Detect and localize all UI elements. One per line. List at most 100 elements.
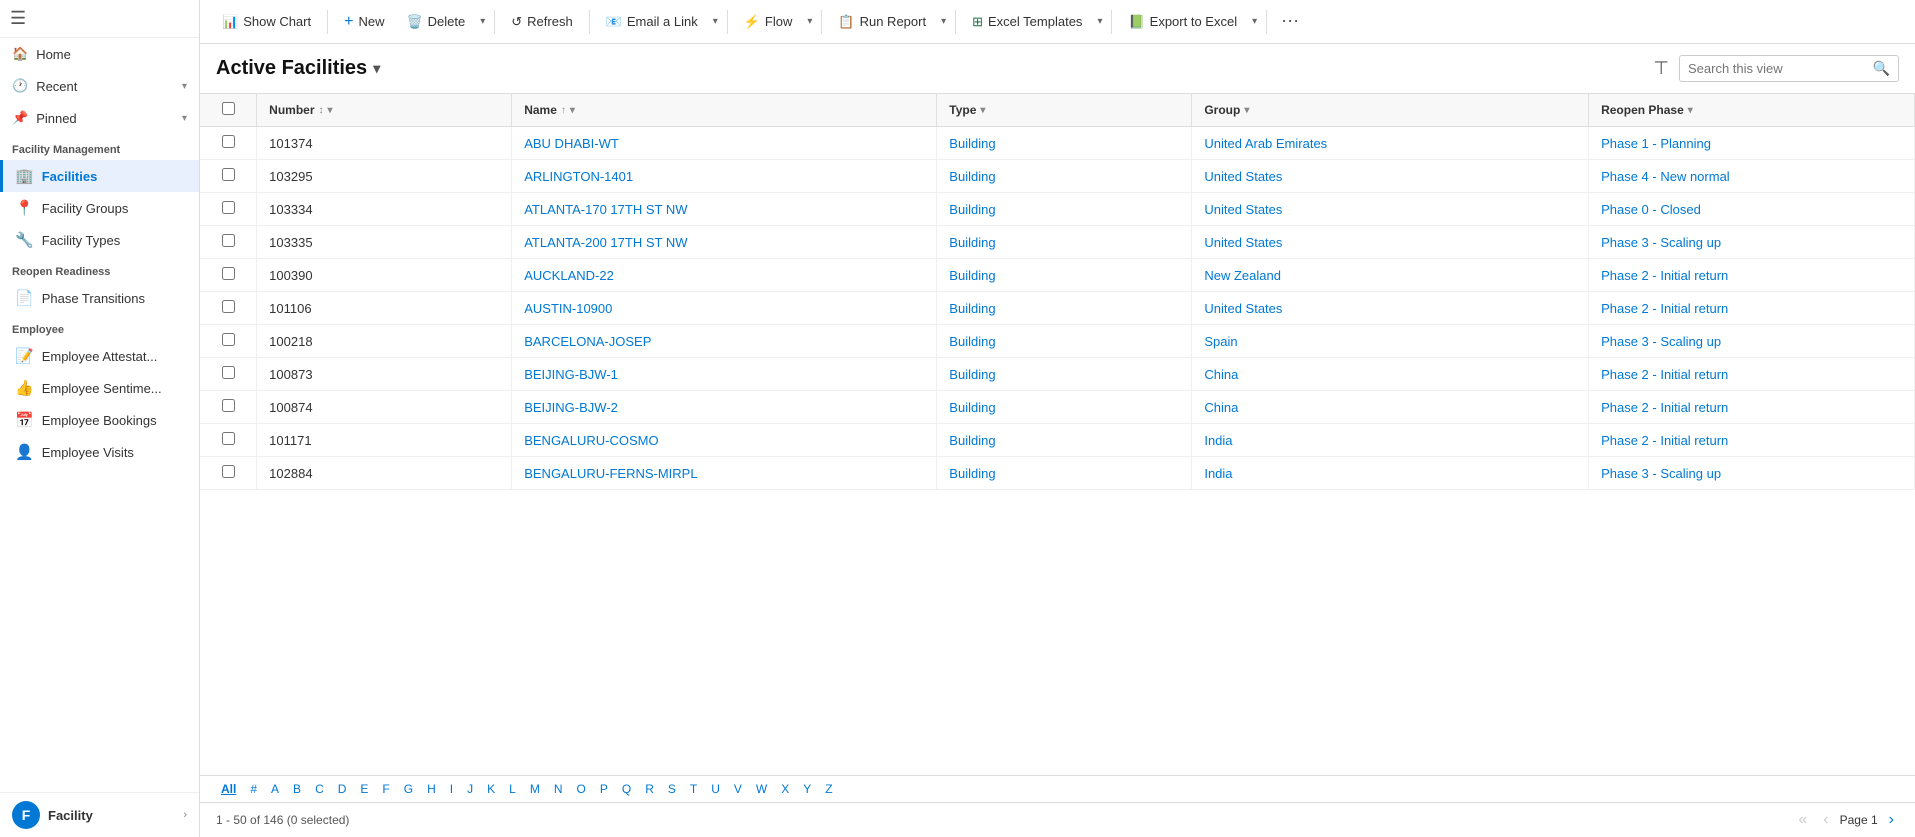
type-filter-icon[interactable]: ▾ [980, 105, 985, 116]
next-page-button[interactable]: › [1884, 809, 1899, 831]
alpha-filter-btn[interactable]: # [245, 780, 262, 798]
facility-group-link[interactable]: United States [1204, 235, 1282, 250]
flow-dropdown-icon[interactable]: ▾ [804, 11, 815, 32]
alpha-filter-btn[interactable]: P [595, 780, 613, 798]
cell-name[interactable]: BENGALURU-COSMO [512, 424, 937, 457]
alpha-filter-btn[interactable]: Z [820, 780, 837, 798]
alpha-filter-btn[interactable]: F [377, 780, 394, 798]
cell-type[interactable]: Building [937, 325, 1192, 358]
facility-name-link[interactable]: ATLANTA-200 17TH ST NW [524, 235, 687, 250]
facility-type-link[interactable]: Building [949, 136, 995, 151]
sidebar-item-employee-sentime[interactable]: 👍 Employee Sentime... [0, 372, 199, 404]
alpha-filter-btn[interactable]: B [288, 780, 306, 798]
reopen-phase-link[interactable]: Phase 2 - Initial return [1601, 268, 1728, 283]
facility-type-link[interactable]: Building [949, 169, 995, 184]
facility-name-link[interactable]: BEIJING-BJW-2 [524, 400, 618, 415]
show-chart-button[interactable]: 📊 Show Chart [212, 9, 321, 35]
alpha-filter-btn[interactable]: J [462, 780, 478, 798]
facility-name-link[interactable]: BENGALURU-FERNS-MIRPL [524, 466, 697, 481]
alpha-filter-btn[interactable]: D [333, 780, 352, 798]
facility-group-link[interactable]: Spain [1204, 334, 1237, 349]
facility-group-link[interactable]: India [1204, 466, 1232, 481]
reopen-phase-link[interactable]: Phase 2 - Initial return [1601, 367, 1728, 382]
row-checkbox[interactable] [222, 300, 235, 313]
cell-name[interactable]: ARLINGTON-1401 [512, 160, 937, 193]
alpha-filter-btn[interactable]: E [355, 780, 373, 798]
cell-name[interactable]: BARCELONA-JOSEP [512, 325, 937, 358]
group-filter-icon[interactable]: ▾ [1244, 105, 1249, 116]
facility-type-link[interactable]: Building [949, 433, 995, 448]
row-checkbox[interactable] [222, 399, 235, 412]
prev-page-button[interactable]: ‹ [1818, 809, 1833, 831]
row-checkbox[interactable] [222, 465, 235, 478]
cell-reopen-phase[interactable]: Phase 2 - Initial return [1589, 391, 1915, 424]
sidebar-item-employee-attest[interactable]: 📝 Employee Attestat... [0, 340, 199, 372]
cell-group[interactable]: United States [1192, 193, 1589, 226]
row-checkbox[interactable] [222, 135, 235, 148]
name-filter-icon[interactable]: ▾ [570, 105, 575, 116]
reopen-phase-filter-icon[interactable]: ▾ [1688, 105, 1693, 116]
alpha-filter-btn[interactable]: R [640, 780, 659, 798]
new-button[interactable]: + New [334, 8, 394, 36]
reopen-phase-link[interactable]: Phase 4 - New normal [1601, 169, 1730, 184]
sidebar-item-facility-types[interactable]: 🔧 Facility Types [0, 224, 199, 256]
cell-group[interactable]: Spain [1192, 325, 1589, 358]
sidebar-item-home[interactable]: 🏠 Home [0, 38, 199, 70]
cell-group[interactable]: United States [1192, 160, 1589, 193]
cell-group[interactable]: China [1192, 391, 1589, 424]
cell-type[interactable]: Building [937, 292, 1192, 325]
run-report-dropdown-icon[interactable]: ▾ [938, 11, 949, 32]
cell-group[interactable]: India [1192, 457, 1589, 490]
facility-group-link[interactable]: China [1204, 367, 1238, 382]
more-options-icon[interactable]: ⋯ [1273, 6, 1307, 37]
reopen-phase-link[interactable]: Phase 2 - Initial return [1601, 400, 1728, 415]
facility-name-link[interactable]: AUCKLAND-22 [524, 268, 614, 283]
facility-type-link[interactable]: Building [949, 301, 995, 316]
reopen-phase-link[interactable]: Phase 0 - Closed [1601, 202, 1701, 217]
cell-type[interactable]: Building [937, 358, 1192, 391]
cell-name[interactable]: BEIJING-BJW-2 [512, 391, 937, 424]
facility-type-link[interactable]: Building [949, 466, 995, 481]
cell-reopen-phase[interactable]: Phase 3 - Scaling up [1589, 325, 1915, 358]
facility-name-link[interactable]: ARLINGTON-1401 [524, 169, 633, 184]
cell-reopen-phase[interactable]: Phase 2 - Initial return [1589, 292, 1915, 325]
cell-group[interactable]: India [1192, 424, 1589, 457]
alpha-filter-btn[interactable]: T [685, 780, 702, 798]
alpha-filter-btn[interactable]: N [549, 780, 568, 798]
facility-group-link[interactable]: United States [1204, 301, 1282, 316]
facility-group-link[interactable]: United States [1204, 202, 1282, 217]
cell-reopen-phase[interactable]: Phase 0 - Closed [1589, 193, 1915, 226]
menu-icon[interactable]: ☰ [10, 8, 26, 28]
cell-group[interactable]: United Arab Emirates [1192, 127, 1589, 160]
alpha-filter-btn[interactable]: I [445, 780, 458, 798]
sidebar-item-recent[interactable]: 🕐 Recent ▾ [0, 70, 199, 102]
facility-group-link[interactable]: India [1204, 433, 1232, 448]
cell-type[interactable]: Building [937, 259, 1192, 292]
first-page-button[interactable]: « [1793, 809, 1812, 831]
cell-type[interactable]: Building [937, 193, 1192, 226]
sidebar-item-facilities[interactable]: 🏢 Facilities [0, 160, 199, 192]
row-checkbox[interactable] [222, 201, 235, 214]
sidebar-item-employee-bookings[interactable]: 📅 Employee Bookings [0, 404, 199, 436]
cell-name[interactable]: AUSTIN-10900 [512, 292, 937, 325]
cell-group[interactable]: United States [1192, 226, 1589, 259]
cell-name[interactable]: AUCKLAND-22 [512, 259, 937, 292]
email-link-button[interactable]: 📧 Email a Link [596, 9, 708, 35]
reopen-phase-link[interactable]: Phase 3 - Scaling up [1601, 466, 1721, 481]
reopen-phase-link[interactable]: Phase 2 - Initial return [1601, 433, 1728, 448]
excel-templates-button[interactable]: ⊞ Excel Templates [962, 9, 1092, 35]
alpha-filter-btn[interactable]: U [706, 780, 725, 798]
export-excel-button[interactable]: 📗 Export to Excel [1118, 9, 1247, 35]
excel-templates-dropdown-icon[interactable]: ▾ [1094, 11, 1105, 32]
sidebar-item-employee-visits[interactable]: 👤 Employee Visits [0, 436, 199, 468]
alpha-filter-btn[interactable]: X [776, 780, 794, 798]
alpha-filter-btn[interactable]: K [482, 780, 500, 798]
view-title-dropdown-icon[interactable]: ▾ [373, 60, 380, 77]
alpha-filter-btn[interactable]: Y [798, 780, 816, 798]
cell-reopen-phase[interactable]: Phase 2 - Initial return [1589, 358, 1915, 391]
cell-name[interactable]: ABU DHABI-WT [512, 127, 937, 160]
search-input[interactable] [1688, 61, 1873, 76]
cell-reopen-phase[interactable]: Phase 3 - Scaling up [1589, 457, 1915, 490]
number-sort-icon[interactable]: ↕ [319, 105, 324, 116]
alpha-filter-btn[interactable]: C [310, 780, 329, 798]
